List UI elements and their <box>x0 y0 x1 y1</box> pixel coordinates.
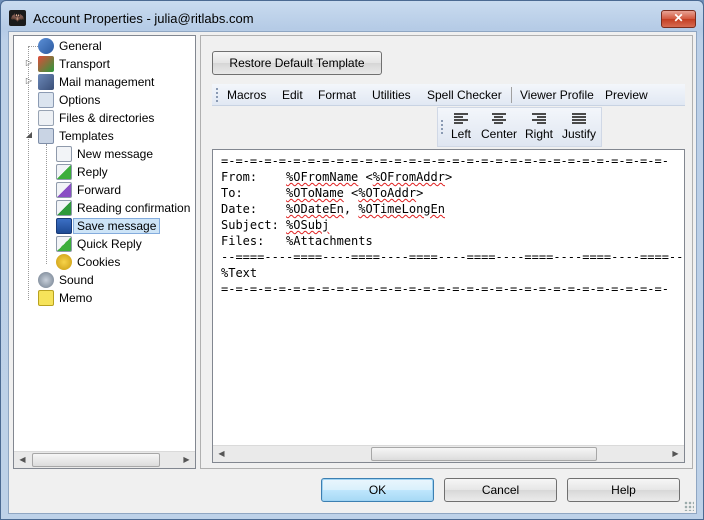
reply-icon <box>56 164 72 180</box>
forward-icon <box>56 182 72 198</box>
toolbar-grip[interactable] <box>441 120 444 134</box>
restore-default-template-button[interactable]: Restore Default Template <box>212 51 382 75</box>
templates-icon <box>38 128 54 144</box>
tree-item-options[interactable]: Options <box>38 91 100 109</box>
reading-confirmation-icon <box>56 200 72 216</box>
tree-line <box>28 46 38 47</box>
options-icon <box>38 92 54 108</box>
expand-transport-icon[interactable]: ▷ <box>24 58 34 67</box>
scroll-right-icon[interactable]: ▶ <box>667 446 684 462</box>
tree-item-sound[interactable]: Sound <box>38 271 94 289</box>
account-properties-window: 🦇 Account Properties - julia@ritlabs.com… <box>0 0 704 520</box>
tree-item-forward[interactable]: Forward <box>56 181 121 199</box>
scroll-right-icon[interactable]: ▶ <box>178 452 195 468</box>
menu-utilities[interactable]: Utilities <box>372 88 411 102</box>
tree-item-files-directories[interactable]: Files & directories <box>38 109 154 127</box>
justify-icon <box>572 113 586 125</box>
justify-button[interactable]: Justify <box>560 110 598 146</box>
rule-line: --====----====----====----====----====--… <box>221 250 684 264</box>
align-center-icon <box>492 113 506 125</box>
scroll-left-icon[interactable]: ◀ <box>213 446 230 462</box>
align-center-button[interactable]: Center <box>480 110 518 146</box>
tree-horizontal-scrollbar[interactable]: ◀ ▶ <box>14 451 195 468</box>
align-left-icon <box>454 113 468 125</box>
editor-horizontal-scrollbar[interactable]: ◀ ▶ <box>213 445 684 462</box>
tree-item-mail-management[interactable]: Mail management <box>38 73 154 91</box>
quick-reply-icon <box>56 236 72 252</box>
window-title: Account Properties - julia@ritlabs.com <box>33 11 254 26</box>
tree-item-new-message[interactable]: New message <box>56 145 153 163</box>
align-left-button[interactable]: Left <box>448 110 474 146</box>
settings-tree: ▷ ▷ ◢ General Transport Mail management … <box>13 35 196 469</box>
tree-item-templates[interactable]: Templates <box>38 127 114 145</box>
tree-item-general[interactable]: General <box>38 37 102 55</box>
mail-management-icon <box>38 74 54 90</box>
tree-item-transport[interactable]: Transport <box>38 55 110 73</box>
menu-edit[interactable]: Edit <box>282 88 303 102</box>
resize-grip-icon[interactable] <box>684 501 694 511</box>
align-right-button[interactable]: Right <box>524 110 554 146</box>
cookies-icon <box>56 254 72 270</box>
save-message-icon <box>56 218 72 234</box>
menu-format[interactable]: Format <box>318 88 356 102</box>
align-right-icon <box>532 113 546 125</box>
template-editor[interactable]: =-=-=-=-=-=-=-=-=-=-=-=-=-=-=-=-=-=-=-=-… <box>212 149 685 463</box>
close-button[interactable]: ✕ <box>661 10 696 28</box>
help-button[interactable]: Help <box>567 478 680 502</box>
menu-separator <box>511 87 512 103</box>
rule-line: =-=-=-=-=-=-=-=-=-=-=-=-=-=-=-=-=-=-=-=-… <box>221 154 669 168</box>
tree-item-reply[interactable]: Reply <box>56 163 108 181</box>
scrollbar-thumb[interactable] <box>32 453 160 467</box>
files-directories-icon <box>38 110 54 126</box>
template-text[interactable]: =-=-=-=-=-=-=-=-=-=-=-=-=-=-=-=-=-=-=-=-… <box>221 153 683 297</box>
general-icon <box>38 38 54 54</box>
menu-viewer-profile[interactable]: Viewer Profile <box>520 88 594 102</box>
ok-button[interactable]: OK <box>321 478 434 502</box>
tree-item-memo[interactable]: Memo <box>38 289 92 307</box>
bat-app-icon: 🦇 <box>9 10 26 26</box>
new-message-icon <box>56 146 72 162</box>
speaker-icon <box>38 272 54 288</box>
editor-menubar: Macros Edit Format Utilities Spell Check… <box>212 84 685 106</box>
scrollbar-thumb[interactable] <box>371 447 597 461</box>
menu-preview[interactable]: Preview <box>605 88 648 102</box>
template-panel: Restore Default Template Macros Edit For… <box>200 35 693 469</box>
memo-icon <box>38 290 54 306</box>
cancel-button[interactable]: Cancel <box>444 478 557 502</box>
transport-icon <box>38 56 54 72</box>
toolbar-grip[interactable] <box>216 88 219 102</box>
menu-spell-checker[interactable]: Spell Checker <box>427 88 502 102</box>
tree-item-quick-reply[interactable]: Quick Reply <box>56 235 142 253</box>
dialog-client: ▷ ▷ ◢ General Transport Mail management … <box>8 31 697 514</box>
collapse-templates-icon[interactable]: ◢ <box>24 130 34 139</box>
title-bar[interactable]: 🦇 Account Properties - julia@ritlabs.com… <box>1 1 703 35</box>
tree-item-save-message[interactable]: Save message <box>56 217 161 235</box>
alignment-toolbar: Left Center Right Justify <box>437 107 602 147</box>
scroll-left-icon[interactable]: ◀ <box>14 452 31 468</box>
expand-mail-management-icon[interactable]: ▷ <box>24 76 34 85</box>
menu-macros[interactable]: Macros <box>227 88 266 102</box>
tree-item-reading-confirmation[interactable]: Reading confirmation <box>56 199 190 217</box>
tree-item-cookies[interactable]: Cookies <box>56 253 120 271</box>
tree-line <box>46 144 47 264</box>
rule-line: =-=-=-=-=-=-=-=-=-=-=-=-=-=-=-=-=-=-=-=-… <box>221 282 669 296</box>
